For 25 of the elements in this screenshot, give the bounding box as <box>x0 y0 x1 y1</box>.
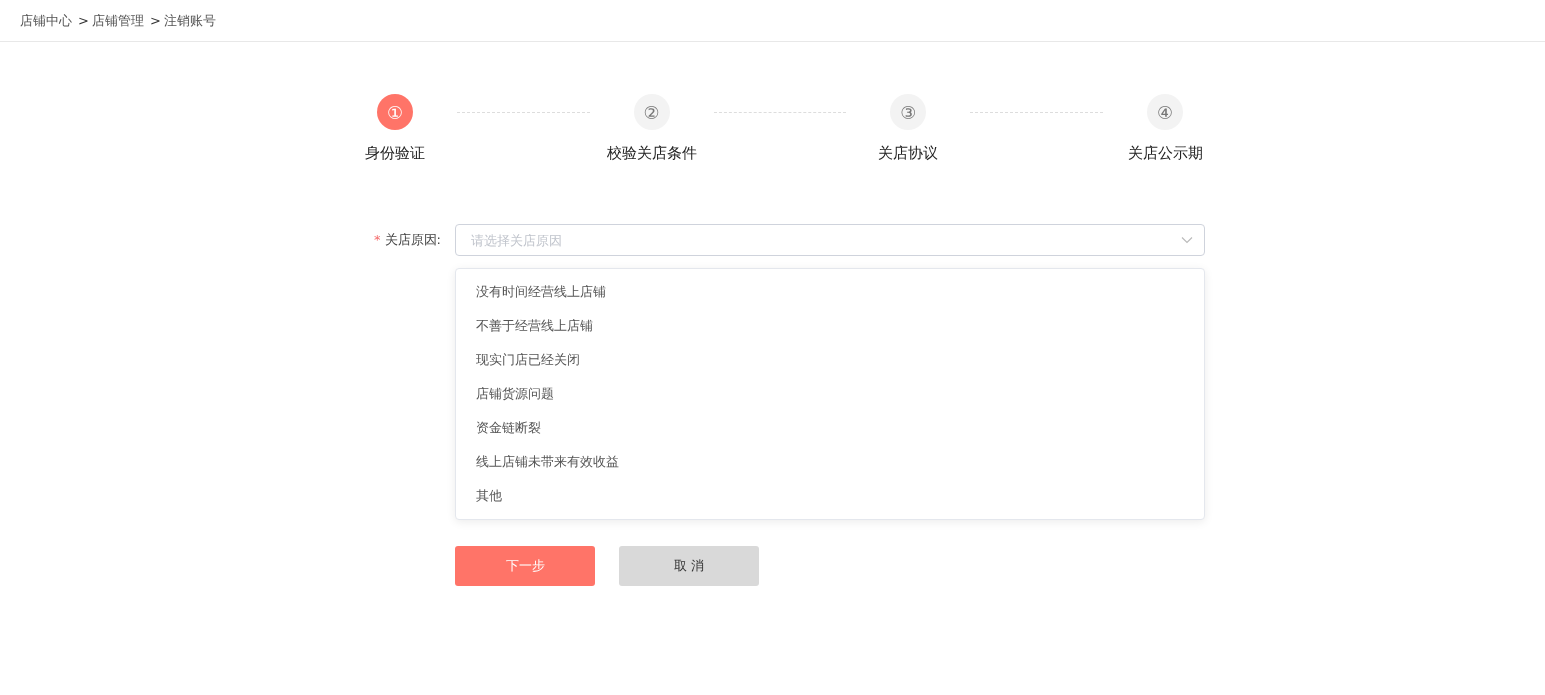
form-button[interactable]: 取 消 <box>619 546 759 586</box>
dropdown-option[interactable]: 店铺货源问题 <box>456 377 1204 411</box>
field-label: 关店原因: <box>384 232 441 247</box>
breadcrumb-separator: > <box>78 13 89 28</box>
chevron-down-icon <box>1181 236 1193 244</box>
step-number: ① <box>377 94 413 130</box>
breadcrumb-link[interactable]: 注销账号 <box>163 11 216 30</box>
breadcrumb-separator: > <box>149 13 161 28</box>
dropdown-option[interactable]: 现实门店已经关闭 <box>456 343 1204 377</box>
required-mark: * <box>374 232 381 247</box>
step-label: 校验关店条件 <box>606 144 697 163</box>
dropdown-option[interactable]: 不善于经营线上店铺 <box>456 309 1204 343</box>
dropdown-option[interactable]: 其他 <box>456 479 1204 513</box>
select-field[interactable]: 请选择关店原因 <box>455 224 1205 256</box>
dropdown-option[interactable]: 资金链断裂 <box>456 411 1204 445</box>
step-number: ③ <box>890 94 927 130</box>
step-label: 关店公示期 <box>1127 144 1203 163</box>
dropdown-option[interactable]: 没有时间经营线上店铺 <box>456 275 1204 309</box>
step-number: ④ <box>1147 94 1183 130</box>
breadcrumb-link[interactable]: 店铺中心 <box>20 11 72 30</box>
step-label: 关店协议 <box>878 144 939 163</box>
breadcrumb-link[interactable]: 店铺管理 <box>91 11 144 30</box>
dropdown-option[interactable]: 线上店铺未带来有效收益 <box>456 445 1204 479</box>
step-number: ② <box>633 94 670 130</box>
step-label: 身份验证 <box>365 144 425 163</box>
